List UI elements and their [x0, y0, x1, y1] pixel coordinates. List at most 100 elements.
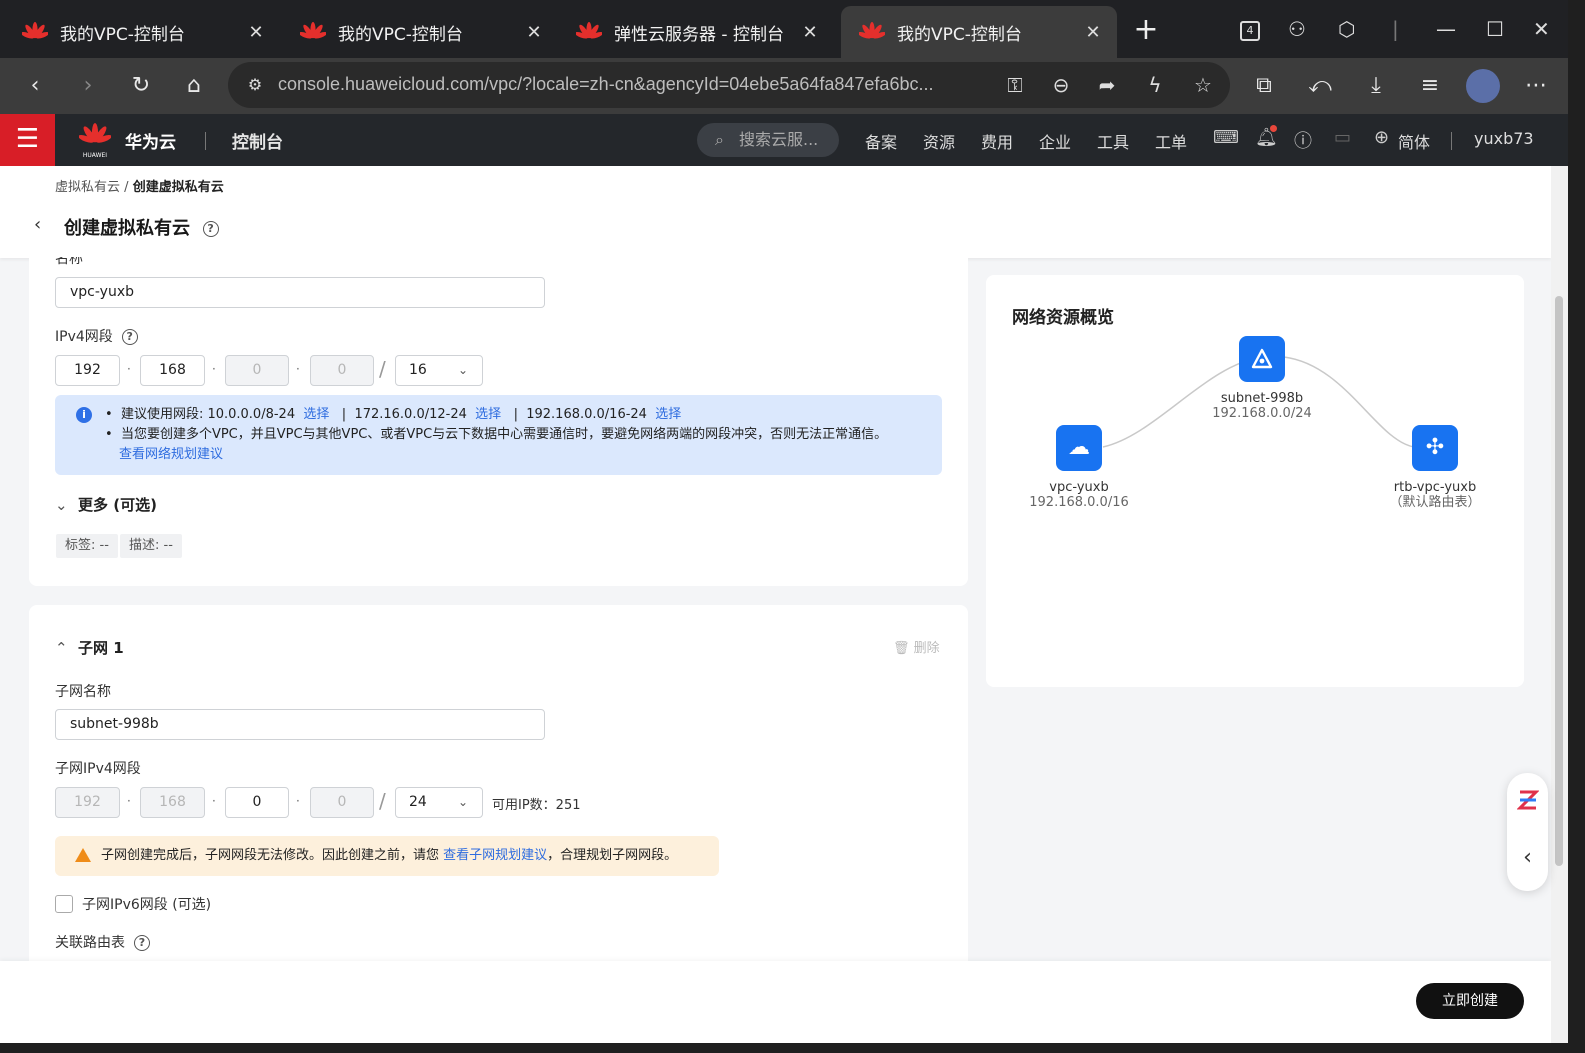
incognito-icon[interactable]: ⚇: [1288, 12, 1306, 46]
more-optional-label: 更多 (可选): [78, 496, 157, 514]
create-now-button[interactable]: 立即创建: [1416, 983, 1524, 1019]
nav-item-enterprise[interactable]: 企业: [1039, 129, 1071, 153]
maximize-icon[interactable]: ☐: [1486, 12, 1504, 46]
huawei-logo-text: HUAWEI: [82, 152, 108, 159]
vpc-node[interactable]: ☁: [1056, 425, 1102, 471]
download-icon[interactable]: ⤓: [1358, 68, 1394, 104]
browser-tab[interactable]: 我的VPC-控制台 ✕: [4, 6, 280, 58]
search-input[interactable]: ⌕ 搜索云服...: [697, 123, 839, 157]
reload-icon[interactable]: ↻: [123, 68, 159, 104]
subnet-planning-link[interactable]: 查看子网规划建议: [443, 848, 547, 863]
info-line-3: 查看网络规划建议: [105, 445, 887, 465]
subnet-octet-3-input[interactable]: 0: [225, 787, 289, 818]
ipv6-checkbox[interactable]: [55, 895, 73, 913]
huawei-logo-icon: [859, 22, 885, 39]
site-info-icon[interactable]: ⚙: [240, 70, 270, 100]
menu-icon[interactable]: ☰: [0, 114, 55, 166]
nav-item-tools[interactable]: 工具: [1097, 129, 1129, 153]
extensions-icon[interactable]: ⧉: [1246, 68, 1282, 104]
subnet-section-toggle[interactable]: ⌃ 子网 1: [55, 637, 124, 658]
ip-octet-1-input[interactable]: 192: [55, 355, 120, 386]
home-icon[interactable]: ⌂: [176, 68, 212, 104]
history-icon[interactable]: ⤺: [1302, 68, 1338, 104]
page-title: 创建虚拟私有云 ?: [64, 214, 219, 240]
mask-select[interactable]: 16 ⌄: [395, 355, 483, 386]
close-icon[interactable]: ✕: [798, 22, 822, 43]
address-bar[interactable]: ⚙ console.huaweicloud.com/vpc/?locale=zh…: [228, 62, 1230, 108]
scrollbar-thumb[interactable]: [1555, 296, 1563, 866]
vpc-name-input[interactable]: vpc-yuxb: [55, 277, 545, 308]
description-chip[interactable]: 描述: --: [120, 534, 182, 558]
route-table-node[interactable]: ✣: [1412, 425, 1458, 471]
footer-bar: 立即创建: [0, 961, 1551, 1043]
available-ips: 可用IP数：251: [492, 798, 581, 813]
language-switch[interactable]: 简体: [1398, 129, 1430, 153]
window-close-icon[interactable]: ✕: [1533, 12, 1550, 46]
page-title-text: 创建虚拟私有云: [64, 218, 190, 239]
nav-item-resources[interactable]: 资源: [923, 129, 955, 153]
forward-icon[interactable]: ›: [70, 68, 106, 104]
user-menu[interactable]: yuxb73: [1474, 129, 1534, 148]
profile-avatar[interactable]: [1466, 69, 1500, 103]
nav-item-tickets[interactable]: 工单: [1155, 129, 1187, 153]
extension-icon[interactable]: ⬡: [1338, 12, 1355, 46]
nav-item-beian[interactable]: 备案: [865, 129, 897, 153]
route-table-label: 关联路由表 ?: [55, 932, 150, 952]
help-icon[interactable]: ?: [121, 329, 138, 345]
more-icon[interactable]: ⋯: [1518, 68, 1554, 104]
minimize-icon[interactable]: —: [1436, 12, 1456, 46]
tab-title: 我的VPC-控制台: [897, 24, 1022, 45]
key-icon[interactable]: ⚿: [1000, 70, 1030, 100]
breadcrumb-parent[interactable]: 虚拟私有云: [55, 180, 120, 195]
terminal-icon[interactable]: ⌨: [1213, 127, 1239, 148]
zoom-icon[interactable]: ⊖: [1046, 70, 1076, 100]
select-link[interactable]: 选择: [303, 407, 329, 422]
huawei-logo[interactable]: HUAWEI: [78, 122, 112, 160]
browser-tab[interactable]: 我的VPC-控制台 ✕: [282, 6, 558, 58]
tags-chip[interactable]: 标签: --: [56, 534, 118, 558]
help-icon[interactable]: ?: [202, 221, 219, 237]
subnet-node-label: subnet-998b 192.168.0.0/24: [1182, 391, 1342, 421]
close-icon[interactable]: ✕: [522, 22, 546, 43]
subnet-mask-select[interactable]: 24 ⌄: [395, 787, 483, 818]
globe-icon[interactable]: ⊕: [1374, 127, 1389, 148]
network-planning-link[interactable]: 查看网络规划建议: [119, 447, 223, 462]
scrollbar[interactable]: [1551, 166, 1568, 1043]
close-icon[interactable]: ✕: [244, 22, 268, 43]
share-icon[interactable]: ➦: [1092, 70, 1122, 100]
info-separator: |: [341, 407, 347, 422]
close-icon[interactable]: ✕: [1081, 22, 1105, 43]
vpc-node-name: vpc-yuxb: [1049, 480, 1109, 495]
network-overview-panel: 网络资源概览 subnet-998b 192.168.0.0/24 ☁ vpc-y…: [986, 275, 1524, 687]
select-link[interactable]: 选择: [475, 407, 501, 422]
help-icon[interactable]: ?: [133, 935, 150, 951]
subnet-name-input[interactable]: subnet-998b: [55, 709, 545, 740]
info-banner: i • 建议使用网段: 10.0.0.0/8-24 选择 | 172.16.0.…: [55, 395, 942, 475]
subnet-node[interactable]: [1239, 336, 1285, 382]
browser-toolbar: ‹ › ↻ ⌂ ⚙ console.huaweicloud.com/vpc/?l…: [0, 58, 1568, 114]
console-link[interactable]: 控制台: [232, 128, 283, 153]
collapse-chevron-icon[interactable]: ‹: [1507, 845, 1548, 870]
delete-subnet-button[interactable]: 🗑︎ 删除: [893, 637, 940, 656]
new-tab-button[interactable]: +: [1128, 12, 1164, 48]
select-link[interactable]: 选择: [655, 407, 681, 422]
mask-slash: /: [379, 357, 386, 381]
subnet-name-label: 子网名称: [55, 684, 111, 700]
star-icon[interactable]: ☆: [1188, 70, 1218, 100]
subnet-section-title: 子网 1: [78, 639, 124, 657]
ip-octet-2-input[interactable]: 168: [140, 355, 205, 386]
browser-tab-active[interactable]: 我的VPC-控制台 ✕: [841, 6, 1117, 58]
bolt-icon[interactable]: ϟ: [1140, 70, 1170, 100]
tab-title: 我的VPC-控制台: [60, 24, 185, 45]
browser-tab[interactable]: 弹性云服务器 - 控制台 ✕: [558, 6, 834, 58]
tab-count-icon[interactable]: 4: [1240, 12, 1260, 46]
reading-list-icon[interactable]: ≡: [1412, 68, 1448, 104]
ip-dot: ·: [296, 362, 300, 376]
assistant-icon[interactable]: [1516, 789, 1540, 811]
feedback-icon[interactable]: ▭: [1334, 127, 1351, 148]
back-icon[interactable]: ‹: [17, 68, 53, 104]
help-icon[interactable]: ⓘ: [1294, 127, 1312, 153]
nav-item-billing[interactable]: 费用: [981, 129, 1013, 153]
back-arrow-icon[interactable]: ‹: [34, 214, 41, 235]
more-optional-toggle[interactable]: ⌄ 更多 (可选): [55, 494, 157, 515]
